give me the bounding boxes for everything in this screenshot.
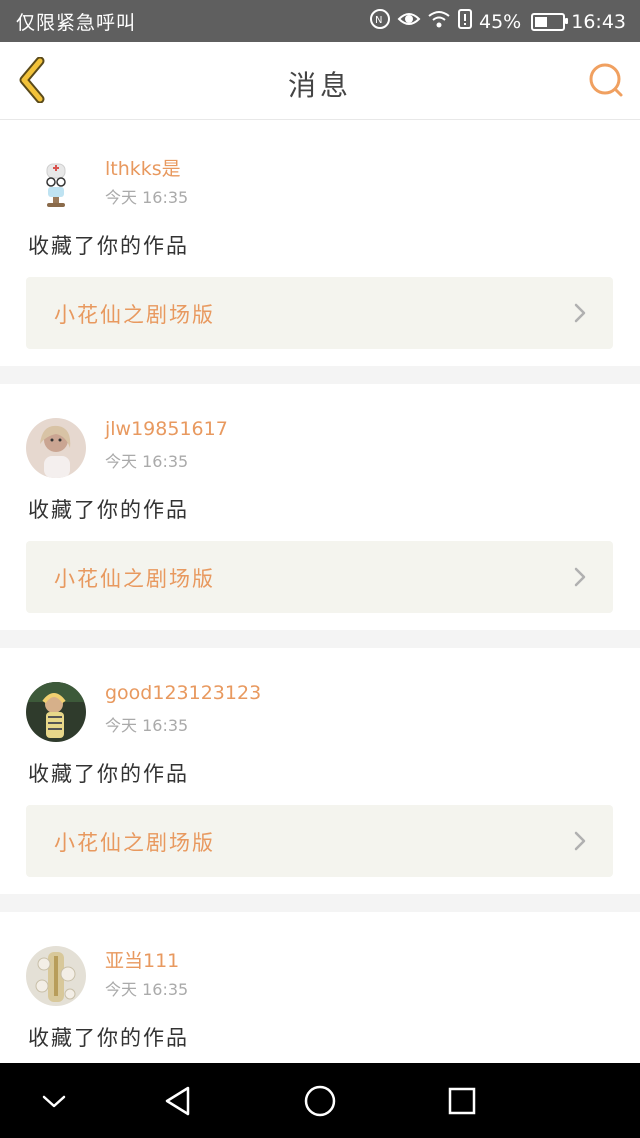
wifi-icon: [427, 8, 451, 35]
svg-text:N: N: [375, 15, 382, 26]
back-triangle-icon[interactable]: [160, 1083, 196, 1119]
action-text: 收藏了你的作品: [28, 498, 189, 522]
avatar[interactable]: [26, 682, 86, 742]
message-card: lthkks是 今天 16:35 收藏了你的作品 小花仙之剧场版: [0, 120, 640, 366]
username[interactable]: 亚当111: [105, 946, 179, 973]
avatar[interactable]: [26, 418, 86, 478]
timestamp: 今天 16:35: [105, 188, 189, 207]
avatar[interactable]: [26, 154, 86, 214]
chevron-right-icon: [573, 303, 587, 323]
nfc-icon: N: [369, 8, 391, 35]
collapse-chevron-icon[interactable]: [36, 1083, 72, 1119]
home-circle-icon[interactable]: [302, 1083, 338, 1119]
system-nav-bar: [0, 1063, 640, 1138]
divider: [0, 894, 640, 912]
username[interactable]: good123123123: [105, 682, 261, 704]
work-link[interactable]: 小花仙之剧场版: [26, 277, 613, 349]
chevron-right-icon: [573, 567, 587, 587]
message-card: 亚当111 今天 16:35 收藏了你的作品: [0, 912, 640, 1063]
work-title: 小花仙之剧场版: [54, 303, 215, 327]
message-list[interactable]: lthkks是 今天 16:35 收藏了你的作品 小花仙之剧场版 jlw1985…: [0, 120, 640, 1063]
carrier-text: 仅限紧急呼叫: [16, 12, 137, 34]
action-text: 收藏了你的作品: [28, 234, 189, 258]
work-link[interactable]: 小花仙之剧场版: [26, 541, 613, 613]
avatar[interactable]: [26, 946, 86, 1006]
battery-icon: [531, 12, 569, 31]
divider: [0, 630, 640, 648]
chevron-right-icon: [573, 831, 587, 851]
battery-percent: 45%: [479, 10, 522, 33]
message-card: jlw19851617 今天 16:35 收藏了你的作品 小花仙之剧场版: [0, 384, 640, 630]
divider: [0, 366, 640, 384]
timestamp: 今天 16:35: [105, 452, 189, 471]
username[interactable]: jlw19851617: [105, 418, 228, 440]
search-icon[interactable]: [588, 62, 624, 98]
message-card: good123123123 今天 16:35 收藏了你的作品 小花仙之剧场版: [0, 648, 640, 894]
clock: 16:43: [571, 10, 626, 33]
action-text: 收藏了你的作品: [28, 1026, 189, 1050]
page-title: 消息: [287, 69, 352, 102]
status-icons: N 45% 16:43: [369, 8, 626, 35]
alert-sim-icon: [457, 8, 473, 35]
work-link[interactable]: 小花仙之剧场版: [26, 805, 613, 877]
username[interactable]: lthkks是: [105, 154, 181, 181]
recents-square-icon[interactable]: [444, 1083, 480, 1119]
action-text: 收藏了你的作品: [28, 762, 189, 786]
eye-icon: [397, 8, 421, 35]
work-title: 小花仙之剧场版: [54, 567, 215, 591]
work-title: 小花仙之剧场版: [54, 831, 215, 855]
status-bar: 仅限紧急呼叫 N 45% 16:43: [0, 0, 640, 42]
timestamp: 今天 16:35: [105, 716, 189, 735]
timestamp: 今天 16:35: [105, 980, 189, 999]
top-bar: 消息: [0, 42, 640, 120]
